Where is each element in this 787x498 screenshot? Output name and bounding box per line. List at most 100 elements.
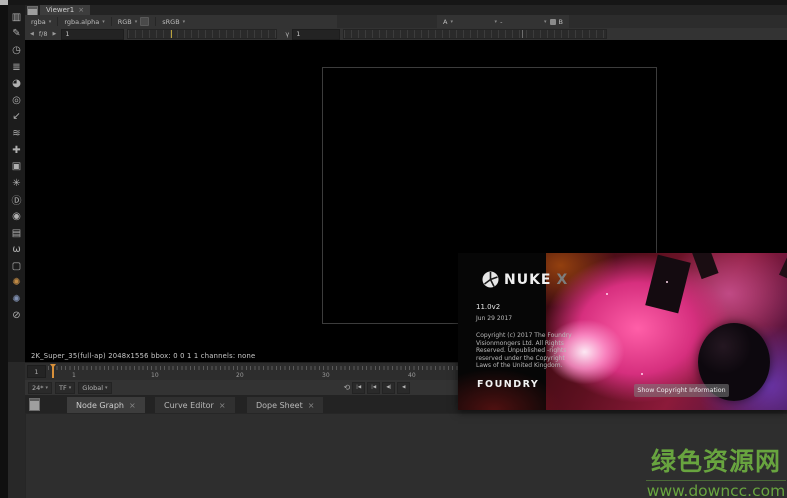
debris-shape xyxy=(645,255,691,314)
channel-icon[interactable]: ≣ xyxy=(9,59,24,76)
splash-version: 11.0v2 xyxy=(476,303,500,311)
loop-mode-icon[interactable]: ⟲ xyxy=(344,383,351,392)
dock-tab[interactable]: Node Graph × xyxy=(67,397,145,413)
gamma-label: γ xyxy=(285,30,289,38)
foundry-logo: FOUNDRY xyxy=(477,379,539,390)
nodes-toolbar-lower xyxy=(8,362,25,498)
colorspace-select[interactable]: sRGB xyxy=(162,18,179,26)
particles-icon[interactable]: ✳ xyxy=(9,175,24,192)
dock-tab-label: Curve Editor xyxy=(164,401,214,410)
gain-slider[interactable] xyxy=(127,29,277,39)
toolsets-icon[interactable]: ω xyxy=(9,241,24,258)
wipe-select[interactable]: ▾ - xyxy=(495,18,503,26)
tab-close-icon[interactable]: × xyxy=(219,401,226,410)
transport-button[interactable]: |◀ xyxy=(352,382,365,394)
chevron-down-icon: ▾ xyxy=(46,385,49,391)
fps-select[interactable]: 24* ▾ xyxy=(28,382,52,394)
time-icon[interactable]: ◷ xyxy=(9,42,24,59)
merge-icon[interactable]: ≋ xyxy=(9,125,24,142)
timeline-tick-label: 10 xyxy=(151,372,159,379)
help-icon[interactable]: ⊘ xyxy=(9,308,24,325)
input-a-label: A xyxy=(443,18,447,26)
tf-label: TF xyxy=(59,384,67,392)
filter-icon[interactable]: ◎ xyxy=(9,92,24,109)
input-b-select[interactable]: ▾ B xyxy=(544,18,563,26)
range-start-field[interactable]: 1 xyxy=(27,365,46,378)
tab-close-icon[interactable]: × xyxy=(78,6,84,14)
chevron-down-icon[interactable]: ▾ xyxy=(135,19,138,25)
draw-icon[interactable]: ✎ xyxy=(9,26,24,43)
gain-input[interactable]: 1 xyxy=(61,29,124,40)
timeline-tick-label: 30 xyxy=(322,372,330,379)
splash-copyright-line: Laws of the United Kingdom. xyxy=(476,362,581,370)
display-channel-select[interactable]: RGB xyxy=(118,18,132,26)
splash-copyright-line: Reserved. Unpublished -rights xyxy=(476,347,581,355)
tf-select[interactable]: TF ▾ xyxy=(55,382,75,394)
timeline-tick-label: 40 xyxy=(408,372,416,379)
input-b-icon xyxy=(550,19,556,25)
transform-icon[interactable]: ✚ xyxy=(9,142,24,159)
spark xyxy=(641,373,643,375)
gamma-slider[interactable] xyxy=(343,29,607,39)
divider xyxy=(155,17,156,26)
watermark-url: www.downcc.com xyxy=(646,482,786,498)
panel-layout-icon[interactable] xyxy=(29,398,40,411)
gain-prev-button[interactable]: ◀ xyxy=(28,31,36,37)
chevron-down-icon: ▾ xyxy=(69,385,72,391)
gamma-input[interactable]: 1 xyxy=(292,29,340,40)
viewer-tab-bar xyxy=(25,5,787,15)
show-copyright-button[interactable]: Show Copyright Information xyxy=(634,384,729,397)
format-status-text: 2K_Super_35(full-ap) 2048x1556 bbox: 0 0… xyxy=(31,352,255,360)
left-rail xyxy=(0,5,8,498)
dock-tab[interactable]: Curve Editor × xyxy=(155,397,235,413)
frame-range-select[interactable]: Global ▾ xyxy=(78,382,111,394)
nuke-logo: NUKE X xyxy=(482,271,568,288)
other-icon[interactable]: ▢ xyxy=(9,258,24,275)
keyer-icon[interactable]: ↙ xyxy=(9,109,24,126)
nukex-window: ▥ ✎ ◷ ≣ ◕ ◎ ↙ ≋ ✚ ▣ ✳ Ⓓ xyxy=(0,0,787,498)
image-icon[interactable]: ▥ xyxy=(9,9,24,26)
color-swatch[interactable] xyxy=(140,17,149,26)
plugin-pinwheel2-icon[interactable]: ✺ xyxy=(9,291,24,308)
playhead[interactable] xyxy=(52,364,54,378)
color-icon[interactable]: ◕ xyxy=(9,75,24,92)
tab-close-icon[interactable]: × xyxy=(308,401,315,410)
watermark-title: 绿色资源网 xyxy=(646,442,786,478)
viewer-toolbar: rgba ▾ rgba.alpha ▾ RGB ▾ sRGB ▾ A ▾ ▾ -… xyxy=(25,15,787,28)
nuke-logo-icon xyxy=(482,271,499,288)
metadata-icon[interactable]: ▤ xyxy=(9,225,24,242)
splash-screen: NUKE X 11.0v2 Jun 29 2017 Copyright (c) … xyxy=(458,253,787,410)
splash-build-date: Jun 29 2017 xyxy=(476,315,512,322)
gamma-slider-marker[interactable] xyxy=(522,30,523,38)
chevron-down-icon[interactable]: ▾ xyxy=(49,19,52,25)
input-b-label: B xyxy=(559,18,563,26)
aperture-label[interactable]: f/8 xyxy=(39,30,48,38)
plugin-pinwheel-icon[interactable]: ✺ xyxy=(9,275,24,292)
gain-slider-marker[interactable] xyxy=(171,30,172,38)
views-icon[interactable]: ◉ xyxy=(9,208,24,225)
dock-tab-label: Dope Sheet xyxy=(256,401,303,410)
gain-next-button[interactable]: ▶ xyxy=(50,31,58,37)
chevron-down-icon[interactable]: ▾ xyxy=(102,19,105,25)
tab-viewer1[interactable]: Viewer1 × xyxy=(40,5,90,15)
layer-select[interactable]: rgba xyxy=(31,18,46,26)
chevron-down-icon[interactable]: ▾ xyxy=(183,19,186,25)
ab-input-controls: A ▾ ▾ - ▾ B xyxy=(437,15,569,28)
chevron-down-icon: ▾ xyxy=(495,19,498,25)
input-a-select[interactable]: A ▾ xyxy=(443,18,453,26)
splash-copyright-line: Visionmongers Ltd. All Rights xyxy=(476,340,581,348)
channel-controls: rgba ▾ rgba.alpha ▾ RGB ▾ sRGB ▾ xyxy=(25,15,337,28)
chevron-down-icon: ▾ xyxy=(544,19,547,25)
splash-copyright: Copyright (c) 2017 The Foundry Visionmon… xyxy=(476,332,581,370)
transport-button[interactable]: ◀| xyxy=(382,382,395,394)
deep-icon[interactable]: Ⓓ xyxy=(9,192,24,209)
alpha-select[interactable]: rgba.alpha xyxy=(64,18,99,26)
transport-button[interactable]: |◀ xyxy=(367,382,380,394)
dock-tab[interactable]: Dope Sheet × xyxy=(247,397,323,413)
transport-button[interactable]: ◀ xyxy=(397,382,410,394)
wipe-label: - xyxy=(500,18,502,26)
nodes-toolbar: ▥ ✎ ◷ ≣ ◕ ◎ ↙ ≋ ✚ ▣ ✳ Ⓓ xyxy=(8,5,25,362)
tab-close-icon[interactable]: × xyxy=(129,401,136,410)
3d-icon[interactable]: ▣ xyxy=(9,158,24,175)
splash-copyright-line: reserved under the Copyright xyxy=(476,355,581,363)
